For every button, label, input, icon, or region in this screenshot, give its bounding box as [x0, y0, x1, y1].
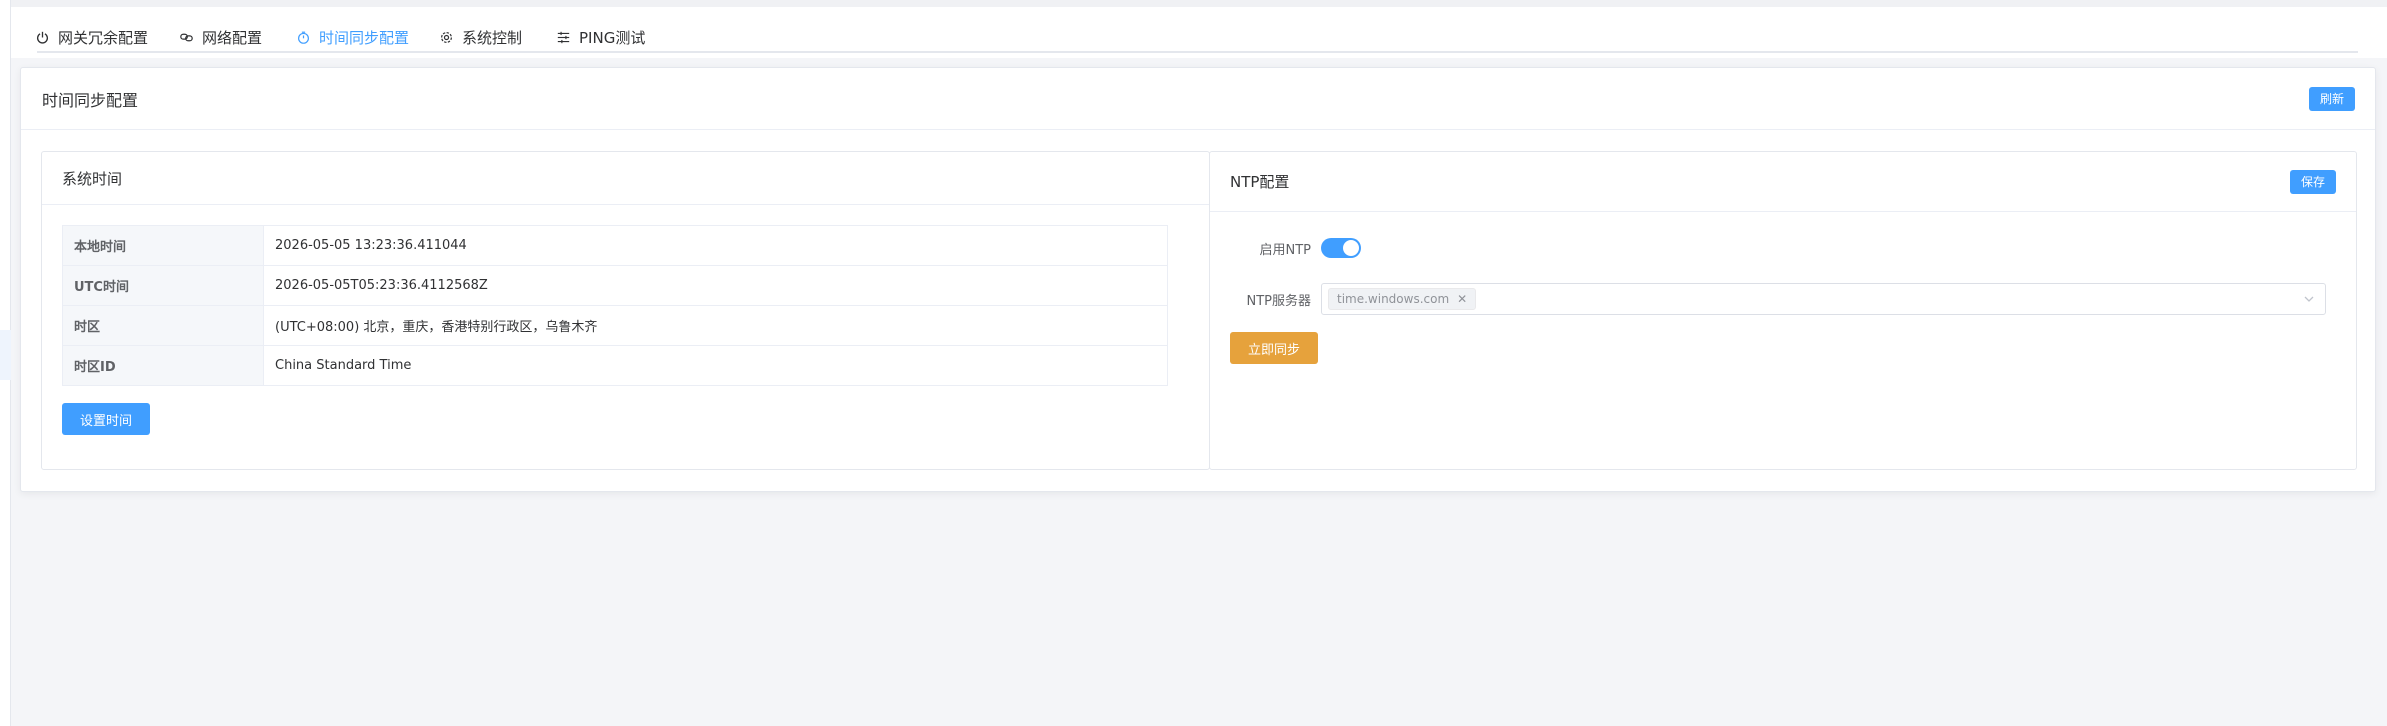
table-row: 本地时间 2026-05-05 13:23:36.411044 — [62, 225, 1168, 266]
chevron-down-icon — [2304, 296, 2314, 302]
tab-label: 时间同步配置 — [319, 28, 410, 47]
ntp-server-label: NTP服务器 — [1246, 293, 1311, 309]
power-icon — [36, 31, 49, 44]
ntp-config-card: NTP配置 保存 启用NTP NTP服务器 time.windows.com ✕… — [1209, 151, 2357, 470]
local-time-value: 2026-05-05 13:23:36.411044 — [263, 225, 1168, 266]
tab-gateway-redundancy[interactable]: 网关冗余配置 — [36, 23, 148, 51]
tab-label: 网络配置 — [202, 28, 263, 47]
save-button[interactable]: 保存 — [2289, 169, 2336, 194]
system-time-header: 系统时间 — [42, 152, 1209, 205]
system-time-title: 系统时间 — [62, 169, 123, 188]
timezone-value: (UTC+08:00) 北京，重庆，香港特别行政区，乌鲁木齐 — [263, 305, 1168, 346]
table-row: UTC时间 2026-05-05T05:23:36.4112568Z — [62, 265, 1168, 306]
left-sidebar-strip — [0, 0, 11, 726]
utc-time-label: UTC时间 — [62, 265, 264, 306]
tab-ping-test[interactable]: PING测试 — [557, 23, 645, 51]
tab-label: PING测试 — [579, 28, 646, 47]
ntp-title: NTP配置 — [1230, 173, 1290, 191]
ntp-server-tag: time.windows.com ✕ — [1328, 288, 1477, 310]
card-header: 时间同步配置 刷新 — [21, 68, 2375, 130]
set-time-button[interactable]: 设置时间 — [62, 403, 150, 435]
tabs-divider — [37, 51, 2358, 53]
close-icon[interactable]: ✕ — [1457, 292, 1467, 306]
tab-label: 网关冗余配置 — [58, 28, 149, 47]
enable-ntp-switch[interactable] — [1321, 238, 1361, 258]
tab-label: 系统控制 — [462, 28, 523, 47]
page-title: 时间同步配置 — [42, 90, 139, 110]
timezone-label: 时区 — [62, 305, 264, 346]
tabs-bar: 网关冗余配置 网络配置 时间同步配置 系统控制 PING测试 — [11, 0, 2387, 58]
sync-now-button[interactable]: 立即同步 — [1230, 332, 1318, 364]
sidebar-active-marker — [0, 330, 11, 380]
tab-time-sync[interactable]: 时间同步配置 — [297, 23, 410, 53]
table-row: 时区ID China Standard Time — [62, 345, 1168, 386]
table-row: 时区 (UTC+08:00) 北京，重庆，香港特别行政区，乌鲁木齐 — [62, 305, 1168, 346]
ntp-header: NTP配置 保存 — [1210, 152, 2356, 212]
tab-system-control[interactable]: 系统控制 — [440, 23, 522, 51]
timezone-id-value: China Standard Time — [263, 345, 1168, 386]
refresh-button[interactable]: 刷新 — [2308, 86, 2355, 111]
sliders-icon — [557, 31, 570, 43]
ntp-server-row: NTP服务器 time.windows.com ✕ — [1230, 283, 2326, 315]
enable-ntp-row: 启用NTP — [1230, 238, 1361, 258]
system-time-card: 系统时间 本地时间 2026-05-05 13:23:36.411044 UTC… — [41, 151, 1210, 470]
tag-text: time.windows.com — [1337, 292, 1450, 306]
link-icon — [180, 33, 193, 41]
system-time-table: 本地时间 2026-05-05 13:23:36.411044 UTC时间 20… — [62, 225, 1168, 386]
enable-ntp-label: 启用NTP — [1259, 242, 1311, 258]
gear-icon — [441, 31, 452, 43]
utc-time-value: 2026-05-05T05:23:36.4112568Z — [263, 265, 1168, 306]
tab-network[interactable]: 网络配置 — [180, 23, 262, 51]
switch-knob — [1343, 240, 1359, 256]
local-time-label: 本地时间 — [62, 225, 264, 266]
time-sync-card: 时间同步配置 刷新 系统时间 本地时间 2026-05-05 13:23:36.… — [20, 67, 2376, 492]
timezone-id-label: 时区ID — [62, 345, 264, 386]
timer-icon — [298, 31, 309, 44]
ntp-server-select[interactable]: time.windows.com ✕ — [1321, 283, 2326, 315]
